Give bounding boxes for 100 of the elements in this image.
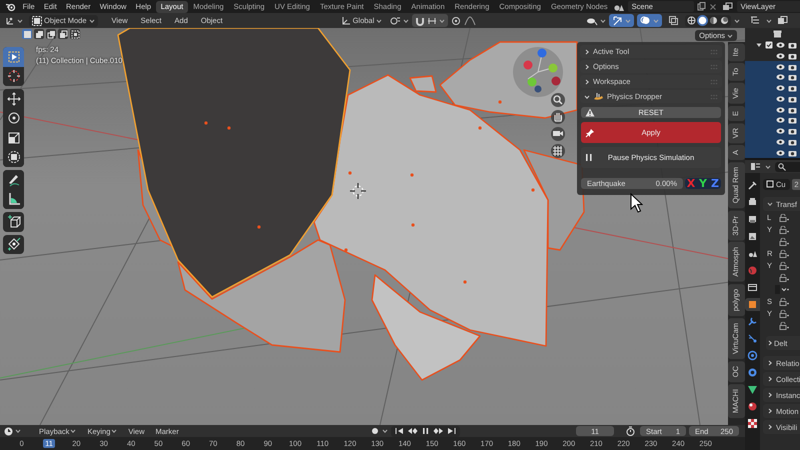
axis-toggle[interactable]: Z xyxy=(709,178,721,189)
camera-icon[interactable] xyxy=(551,127,565,141)
camera-icon[interactable] xyxy=(788,41,797,50)
cube-select-icon xyxy=(32,16,42,26)
lock-icon[interactable] xyxy=(779,310,789,318)
pivot-button[interactable] xyxy=(389,16,410,26)
grid-icon[interactable] xyxy=(551,144,565,158)
eye-icon[interactable] xyxy=(776,138,785,146)
camera-icon[interactable] xyxy=(788,127,797,136)
checkbox-icon[interactable] xyxy=(765,41,773,50)
eye-icon[interactable] xyxy=(776,94,785,103)
lock-icon[interactable] xyxy=(779,226,789,234)
snap-button[interactable] xyxy=(412,14,448,27)
rock-shard-shape[interactable] xyxy=(313,74,549,347)
next-keyframe-icon[interactable] xyxy=(432,427,444,435)
properties-editor-icon[interactable] xyxy=(750,162,761,171)
copy-icon[interactable] xyxy=(696,2,706,11)
eye-icon[interactable] xyxy=(776,84,785,92)
rock-shard-shape[interactable] xyxy=(523,149,585,251)
caret-icon xyxy=(765,164,771,170)
lock-icon[interactable] xyxy=(779,298,789,306)
close-icon[interactable] xyxy=(708,2,717,10)
shading-button[interactable] xyxy=(697,15,708,26)
magnifier-icon[interactable] xyxy=(551,93,565,107)
tool-button[interactable] xyxy=(3,47,24,66)
rock-shard-shape[interactable] xyxy=(177,239,346,353)
lock-icon[interactable] xyxy=(779,322,789,330)
rock-shard-shape[interactable] xyxy=(439,41,578,119)
properties-tab[interactable] xyxy=(745,417,760,430)
properties-tab[interactable] xyxy=(745,281,760,294)
shading-button[interactable] xyxy=(719,15,730,26)
camera-icon[interactable] xyxy=(788,94,797,103)
shading-button[interactable] xyxy=(708,15,719,26)
properties-tab[interactable] xyxy=(745,383,760,396)
select-mode-button[interactable] xyxy=(70,29,80,39)
select-mode-button[interactable] xyxy=(34,29,44,39)
expand-triangle-icon[interactable] xyxy=(756,42,762,48)
dropper-hand-icon xyxy=(593,92,604,102)
xray-squares-icon xyxy=(668,15,679,26)
eye-icon[interactable] xyxy=(776,116,785,124)
camera-icon[interactable] xyxy=(788,148,797,157)
lock-icon[interactable] xyxy=(779,214,789,222)
previous-keyframe-icon[interactable] xyxy=(406,427,418,435)
eye-icon[interactable] xyxy=(776,52,785,60)
camera-icon[interactable] xyxy=(788,62,797,71)
outliner-icon[interactable] xyxy=(750,16,761,25)
rotation-mode-dropdown-icon[interactable] xyxy=(775,285,789,294)
jump-end-icon[interactable] xyxy=(446,427,456,435)
pause-icon[interactable] xyxy=(420,427,430,435)
tool-button[interactable] xyxy=(3,170,24,190)
lock-icon[interactable] xyxy=(779,250,789,258)
camera-icon[interactable] xyxy=(788,106,797,114)
camera-icon[interactable] xyxy=(788,52,797,60)
select-mode-button[interactable] xyxy=(22,29,32,39)
lock-icon[interactable] xyxy=(779,238,789,246)
camera-icon[interactable] xyxy=(788,138,797,146)
keyframe-record-icon[interactable] xyxy=(370,427,379,435)
drag-handle-icon xyxy=(710,48,718,54)
select-mode-button[interactable] xyxy=(58,29,68,39)
search-field[interactable] xyxy=(775,162,800,172)
eye-icon[interactable] xyxy=(776,127,785,136)
visibility-button[interactable] xyxy=(586,16,606,26)
eye-icon[interactable] xyxy=(776,62,785,71)
shading-button[interactable] xyxy=(686,15,697,26)
origin-dot xyxy=(348,171,352,175)
eye-icon[interactable] xyxy=(776,41,785,50)
proportional-icon[interactable] xyxy=(451,16,462,26)
eye-icon[interactable] xyxy=(776,73,785,82)
pause-icon xyxy=(585,153,593,162)
shading-solid-icon xyxy=(698,16,707,25)
lock-icon[interactable] xyxy=(779,274,789,282)
eye-icon[interactable] xyxy=(776,148,785,157)
editor-type-button[interactable] xyxy=(4,426,21,436)
caret-icon xyxy=(15,428,21,434)
outliner-row[interactable] xyxy=(745,147,800,158)
eye-icon[interactable] xyxy=(776,106,785,114)
axis-gizmo-drawing[interactable] xyxy=(512,46,564,98)
tool-button[interactable] xyxy=(3,89,24,108)
pin-icon xyxy=(585,128,595,138)
show-gizmo-button[interactable] xyxy=(609,14,634,27)
crosshair-icon xyxy=(6,68,22,84)
stopwatch-icon[interactable] xyxy=(626,426,635,436)
outliner-row[interactable] xyxy=(745,61,800,72)
jump-start-icon[interactable] xyxy=(394,427,404,435)
view-layer-icon[interactable] xyxy=(722,2,734,12)
origin-dot xyxy=(344,248,348,252)
axis-toggle[interactable]: Y xyxy=(697,178,709,189)
falloff-curve-icon[interactable] xyxy=(464,16,476,26)
show-overlays-button[interactable] xyxy=(637,14,662,27)
camera-icon[interactable] xyxy=(788,116,797,124)
lock-icon[interactable] xyxy=(779,262,789,270)
blender-logo-icon[interactable] xyxy=(5,2,16,12)
hand-icon[interactable] xyxy=(551,110,565,124)
archive-box-icon[interactable] xyxy=(773,30,782,38)
camera-icon[interactable] xyxy=(788,73,797,82)
object-tab-icon xyxy=(747,299,758,310)
select-mode-button[interactable] xyxy=(46,29,56,39)
display-mode-icon[interactable] xyxy=(777,16,788,25)
camera-icon[interactable] xyxy=(788,84,797,92)
editor-type-button[interactable] xyxy=(5,16,23,26)
